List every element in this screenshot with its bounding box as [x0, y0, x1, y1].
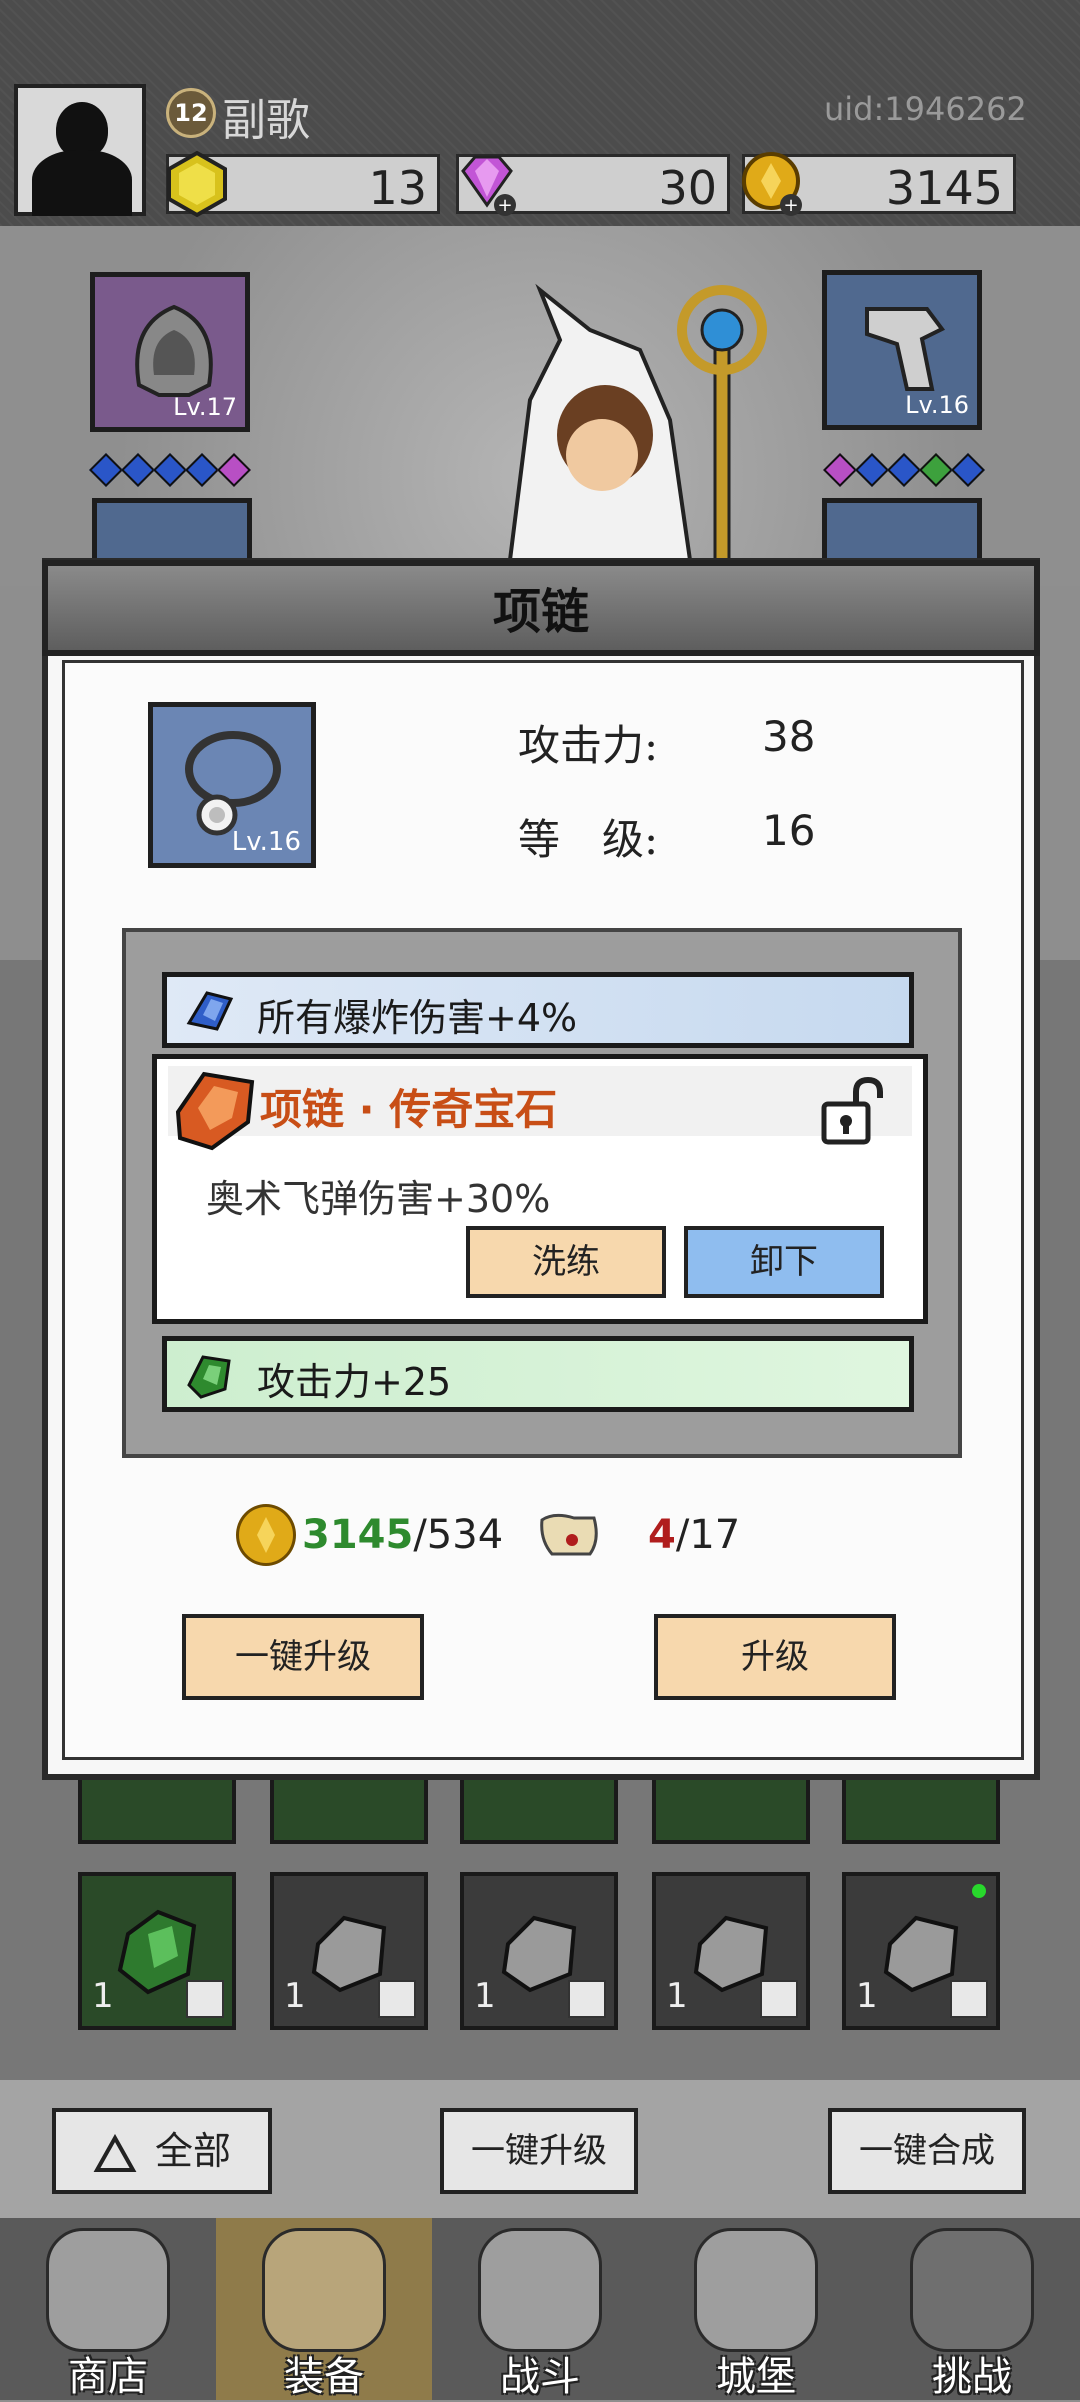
- item-count: 1: [92, 1976, 114, 2016]
- triangle-filter-icon: [93, 2133, 137, 2172]
- tab-battle-label: 战斗: [500, 2354, 580, 2400]
- coin-need: /534: [413, 1512, 504, 1558]
- item-level-badge: Lv.16: [231, 827, 301, 857]
- tab-shop[interactable]: 商店: [0, 2218, 216, 2400]
- tab-challenge-label: 挑战: [932, 2354, 1012, 2400]
- unlock-icon[interactable]: [816, 1074, 890, 1148]
- blue-gem-icon: [186, 991, 234, 1031]
- item-count: 1: [856, 1976, 878, 2016]
- gem-dot: [887, 453, 921, 487]
- reroll-button[interactable]: 洗练: [466, 1226, 666, 1298]
- hero-character: [507, 283, 767, 580]
- castle-icon: [694, 2228, 818, 2352]
- armor-tag-icon: [950, 1980, 988, 2018]
- necklace-tag-icon: [186, 1980, 224, 2018]
- legendary-gem-title: 项链 · 传奇宝石: [260, 1085, 558, 1134]
- challenge-lock-icon: [910, 2228, 1034, 2352]
- pink-diamond-icon: +: [461, 155, 516, 216]
- scroll-cost: 4/17: [648, 1512, 740, 1558]
- tab-shop-label: 商店: [68, 2354, 148, 2400]
- inventory-item[interactable]: 1: [270, 1872, 428, 2030]
- item-count: 1: [284, 1976, 306, 2016]
- tab-challenge[interactable]: 挑战: [864, 2218, 1080, 2400]
- inventory-item[interactable]: 1: [460, 1872, 618, 2030]
- unequip-gem-button[interactable]: 卸下: [684, 1226, 884, 1298]
- svg-text:+: +: [783, 195, 798, 216]
- gem-dot: [153, 453, 187, 487]
- tab-battle[interactable]: 战斗: [432, 2218, 648, 2400]
- scroll-have: 4: [648, 1512, 676, 1558]
- shop-icon: [46, 2228, 170, 2352]
- coin-counter[interactable]: + 3145: [742, 152, 1016, 216]
- equip-slot-helmet[interactable]: Lv.17: [90, 272, 250, 432]
- attack-label: 攻击力:: [518, 721, 659, 770]
- diamond-counter[interactable]: + 30: [456, 154, 730, 216]
- orange-legendary-gem-icon: [175, 1071, 255, 1151]
- gem-dot: [951, 453, 985, 487]
- gem-dot: [217, 453, 251, 487]
- inventory-item[interactable]: 1: [78, 1872, 236, 2030]
- gold-gem-counter: 13: [166, 150, 440, 218]
- player-level-badge: 12: [166, 88, 216, 138]
- item-icon-frame: Lv.16: [148, 702, 316, 868]
- scroll-icon: [540, 1513, 598, 1556]
- yellow-gem-icon: [167, 150, 227, 218]
- equip-slot-level: Lv.16: [905, 391, 969, 419]
- inventory-item[interactable]: 1: [842, 1872, 1000, 2030]
- gem-slot-blue-text: 所有爆炸伤害+4%: [257, 996, 578, 1040]
- slot-gem-indicators: [823, 453, 985, 487]
- level-value: 16: [762, 806, 816, 855]
- inventory-item[interactable]: 1: [652, 1872, 810, 2030]
- boots-icon: [865, 307, 946, 391]
- gem-slot-blue[interactable]: 所有爆炸伤害+4%: [162, 972, 914, 1048]
- merge-all-button[interactable]: 一键合成: [828, 2108, 1026, 2194]
- level-label: 等 级:: [518, 815, 659, 864]
- gem-dot: [919, 453, 953, 487]
- gem-slot-green-text: 攻击力+25: [257, 1360, 452, 1404]
- coin-cost: 3145/534: [302, 1512, 503, 1558]
- backpack-icon: [262, 2228, 386, 2352]
- gem-dot: [89, 453, 123, 487]
- gem-dot: [121, 453, 155, 487]
- tab-equipment[interactable]: 装备: [216, 2218, 432, 2400]
- coin-have: 3145: [302, 1512, 414, 1558]
- gem-dot: [855, 453, 889, 487]
- slot-gem-indicators: [89, 453, 251, 487]
- gem-slot-green[interactable]: 攻击力+25: [162, 1336, 914, 1412]
- upgrade-button[interactable]: 升级: [654, 1614, 896, 1700]
- hood-icon: [135, 304, 213, 397]
- green-gem-icon: [187, 1355, 231, 1399]
- coin-value: 3145: [885, 161, 1003, 215]
- gold-gem-value: 13: [368, 161, 427, 215]
- armor-tag-icon: [760, 1980, 798, 2018]
- filter-all-button[interactable]: 全部: [52, 2108, 272, 2194]
- new-item-dot: [972, 1884, 986, 1898]
- modal-title: 项链: [492, 584, 589, 640]
- gold-coin-icon: +: [742, 152, 802, 216]
- gem-dot: [823, 453, 857, 487]
- tab-equipment-label: 装备: [284, 2354, 364, 2400]
- upgrade-all-button[interactable]: 一键升级: [182, 1614, 424, 1700]
- equip-slot-boots[interactable]: Lv.16: [822, 270, 982, 430]
- equip-slot-level: Lv.17: [173, 393, 237, 421]
- diamond-value: 30: [658, 161, 717, 215]
- svg-text:+: +: [497, 195, 512, 216]
- scroll-need: /17: [675, 1512, 741, 1558]
- armor-tag-icon: [568, 1980, 606, 2018]
- crossed-swords-icon: [478, 2228, 602, 2352]
- upgrade-all-items-button[interactable]: 一键升级: [440, 2108, 638, 2194]
- avatar[interactable]: [14, 84, 146, 216]
- player-name: 副歌: [222, 95, 310, 146]
- legendary-gem-description: 奥术飞弹伤害+30%: [206, 1177, 551, 1221]
- player-uid: uid:1946262: [824, 90, 1027, 128]
- item-count: 1: [474, 1976, 496, 2016]
- filter-all-label: 全部: [154, 2129, 231, 2173]
- attack-value: 38: [762, 712, 816, 761]
- tab-castle-label: 城堡: [716, 2354, 796, 2400]
- tab-castle[interactable]: 城堡: [648, 2218, 864, 2400]
- item-count: 1: [666, 1976, 688, 2016]
- armor-tag-icon: [378, 1980, 416, 2018]
- gold-coin-icon: [236, 1504, 296, 1566]
- gem-dot: [185, 453, 219, 487]
